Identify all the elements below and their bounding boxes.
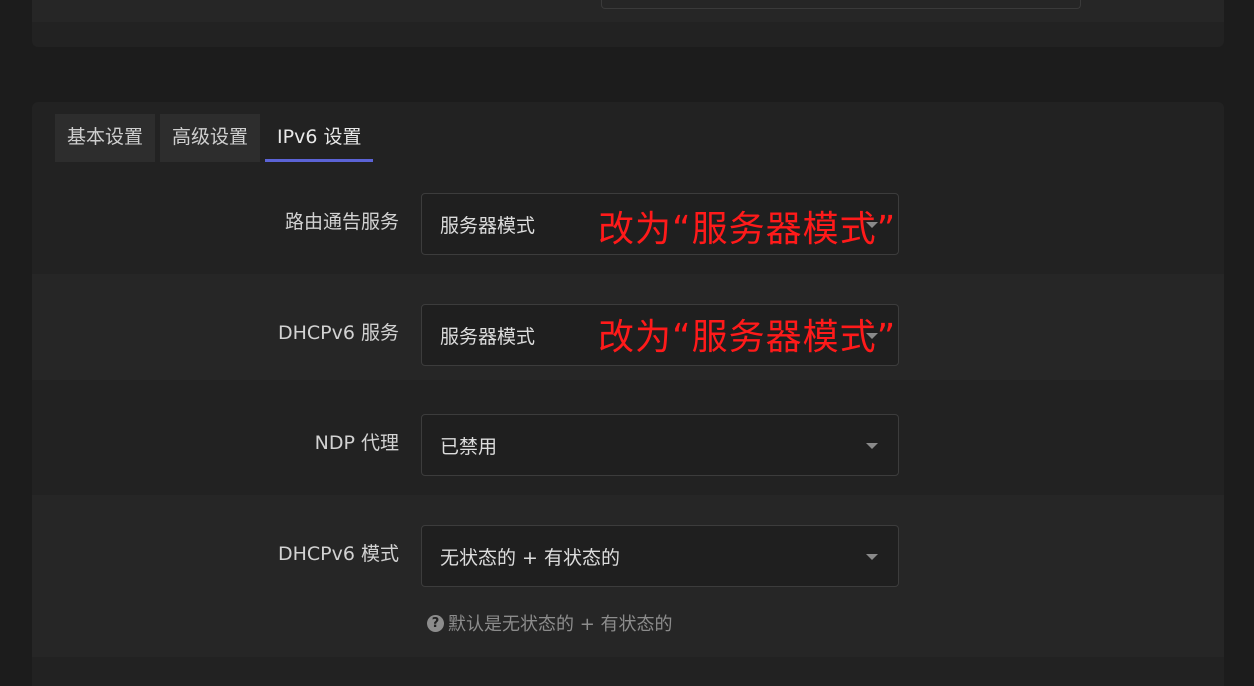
caret-down-icon — [866, 443, 878, 449]
ndp-proxy-value: 已禁用 — [440, 436, 498, 458]
tab-basic-settings[interactable]: 基本设置 — [55, 114, 156, 162]
previous-section-row — [32, 0, 1224, 22]
router-advert-annotation: 改为“服务器模式” — [598, 209, 897, 250]
ipv6-settings-card: 基本设置 高级设置 IPv6 设置 路由通告服务 服务器模式 改为“服务器模式”… — [32, 102, 1224, 686]
dhcpv6-service-value: 服务器模式 — [440, 326, 536, 348]
dhcpv6-mode-select[interactable]: 无状态的 + 有状态的 — [421, 525, 899, 587]
dhcpv6-service-label: DHCPv6 服务 — [277, 322, 399, 344]
dhcpv6-mode-label: DHCPv6 模式 — [277, 543, 399, 565]
dhcpv6-mode-hint-text: 默认是无状态的 + 有状态的 — [448, 614, 673, 635]
dhcpv6-service-annotation: 改为“服务器模式” — [598, 317, 897, 358]
previous-select[interactable] — [601, 0, 1081, 9]
dhcpv6-mode-value: 无状态的 + 有状态的 — [440, 547, 620, 569]
dhcpv6-service-row: DHCPv6 服务 服务器模式 改为“服务器模式” — [32, 274, 1224, 380]
router-advert-value: 服务器模式 — [440, 215, 536, 237]
settings-tabs: 基本设置 高级设置 IPv6 设置 — [55, 114, 374, 164]
router-advert-row: 路由通告服务 服务器模式 改为“服务器模式” — [32, 164, 1224, 274]
tab-ipv6-settings[interactable]: IPv6 设置 — [265, 114, 374, 162]
ndp-proxy-label: NDP 代理 — [314, 432, 399, 454]
caret-down-icon — [866, 554, 878, 560]
question-circle-icon: ? — [427, 614, 444, 632]
router-advert-label: 路由通告服务 — [284, 211, 399, 233]
dhcpv6-mode-hint: ? 默认是无状态的 + 有状态的 — [427, 610, 673, 636]
tab-advanced-settings[interactable]: 高级设置 — [160, 114, 261, 162]
ndp-proxy-select[interactable]: 已禁用 — [421, 414, 899, 476]
previous-section-card — [32, 0, 1224, 47]
page: 基本设置 高级设置 IPv6 设置 路由通告服务 服务器模式 改为“服务器模式”… — [0, 0, 1254, 686]
ndp-proxy-row: NDP 代理 已禁用 — [32, 380, 1224, 495]
